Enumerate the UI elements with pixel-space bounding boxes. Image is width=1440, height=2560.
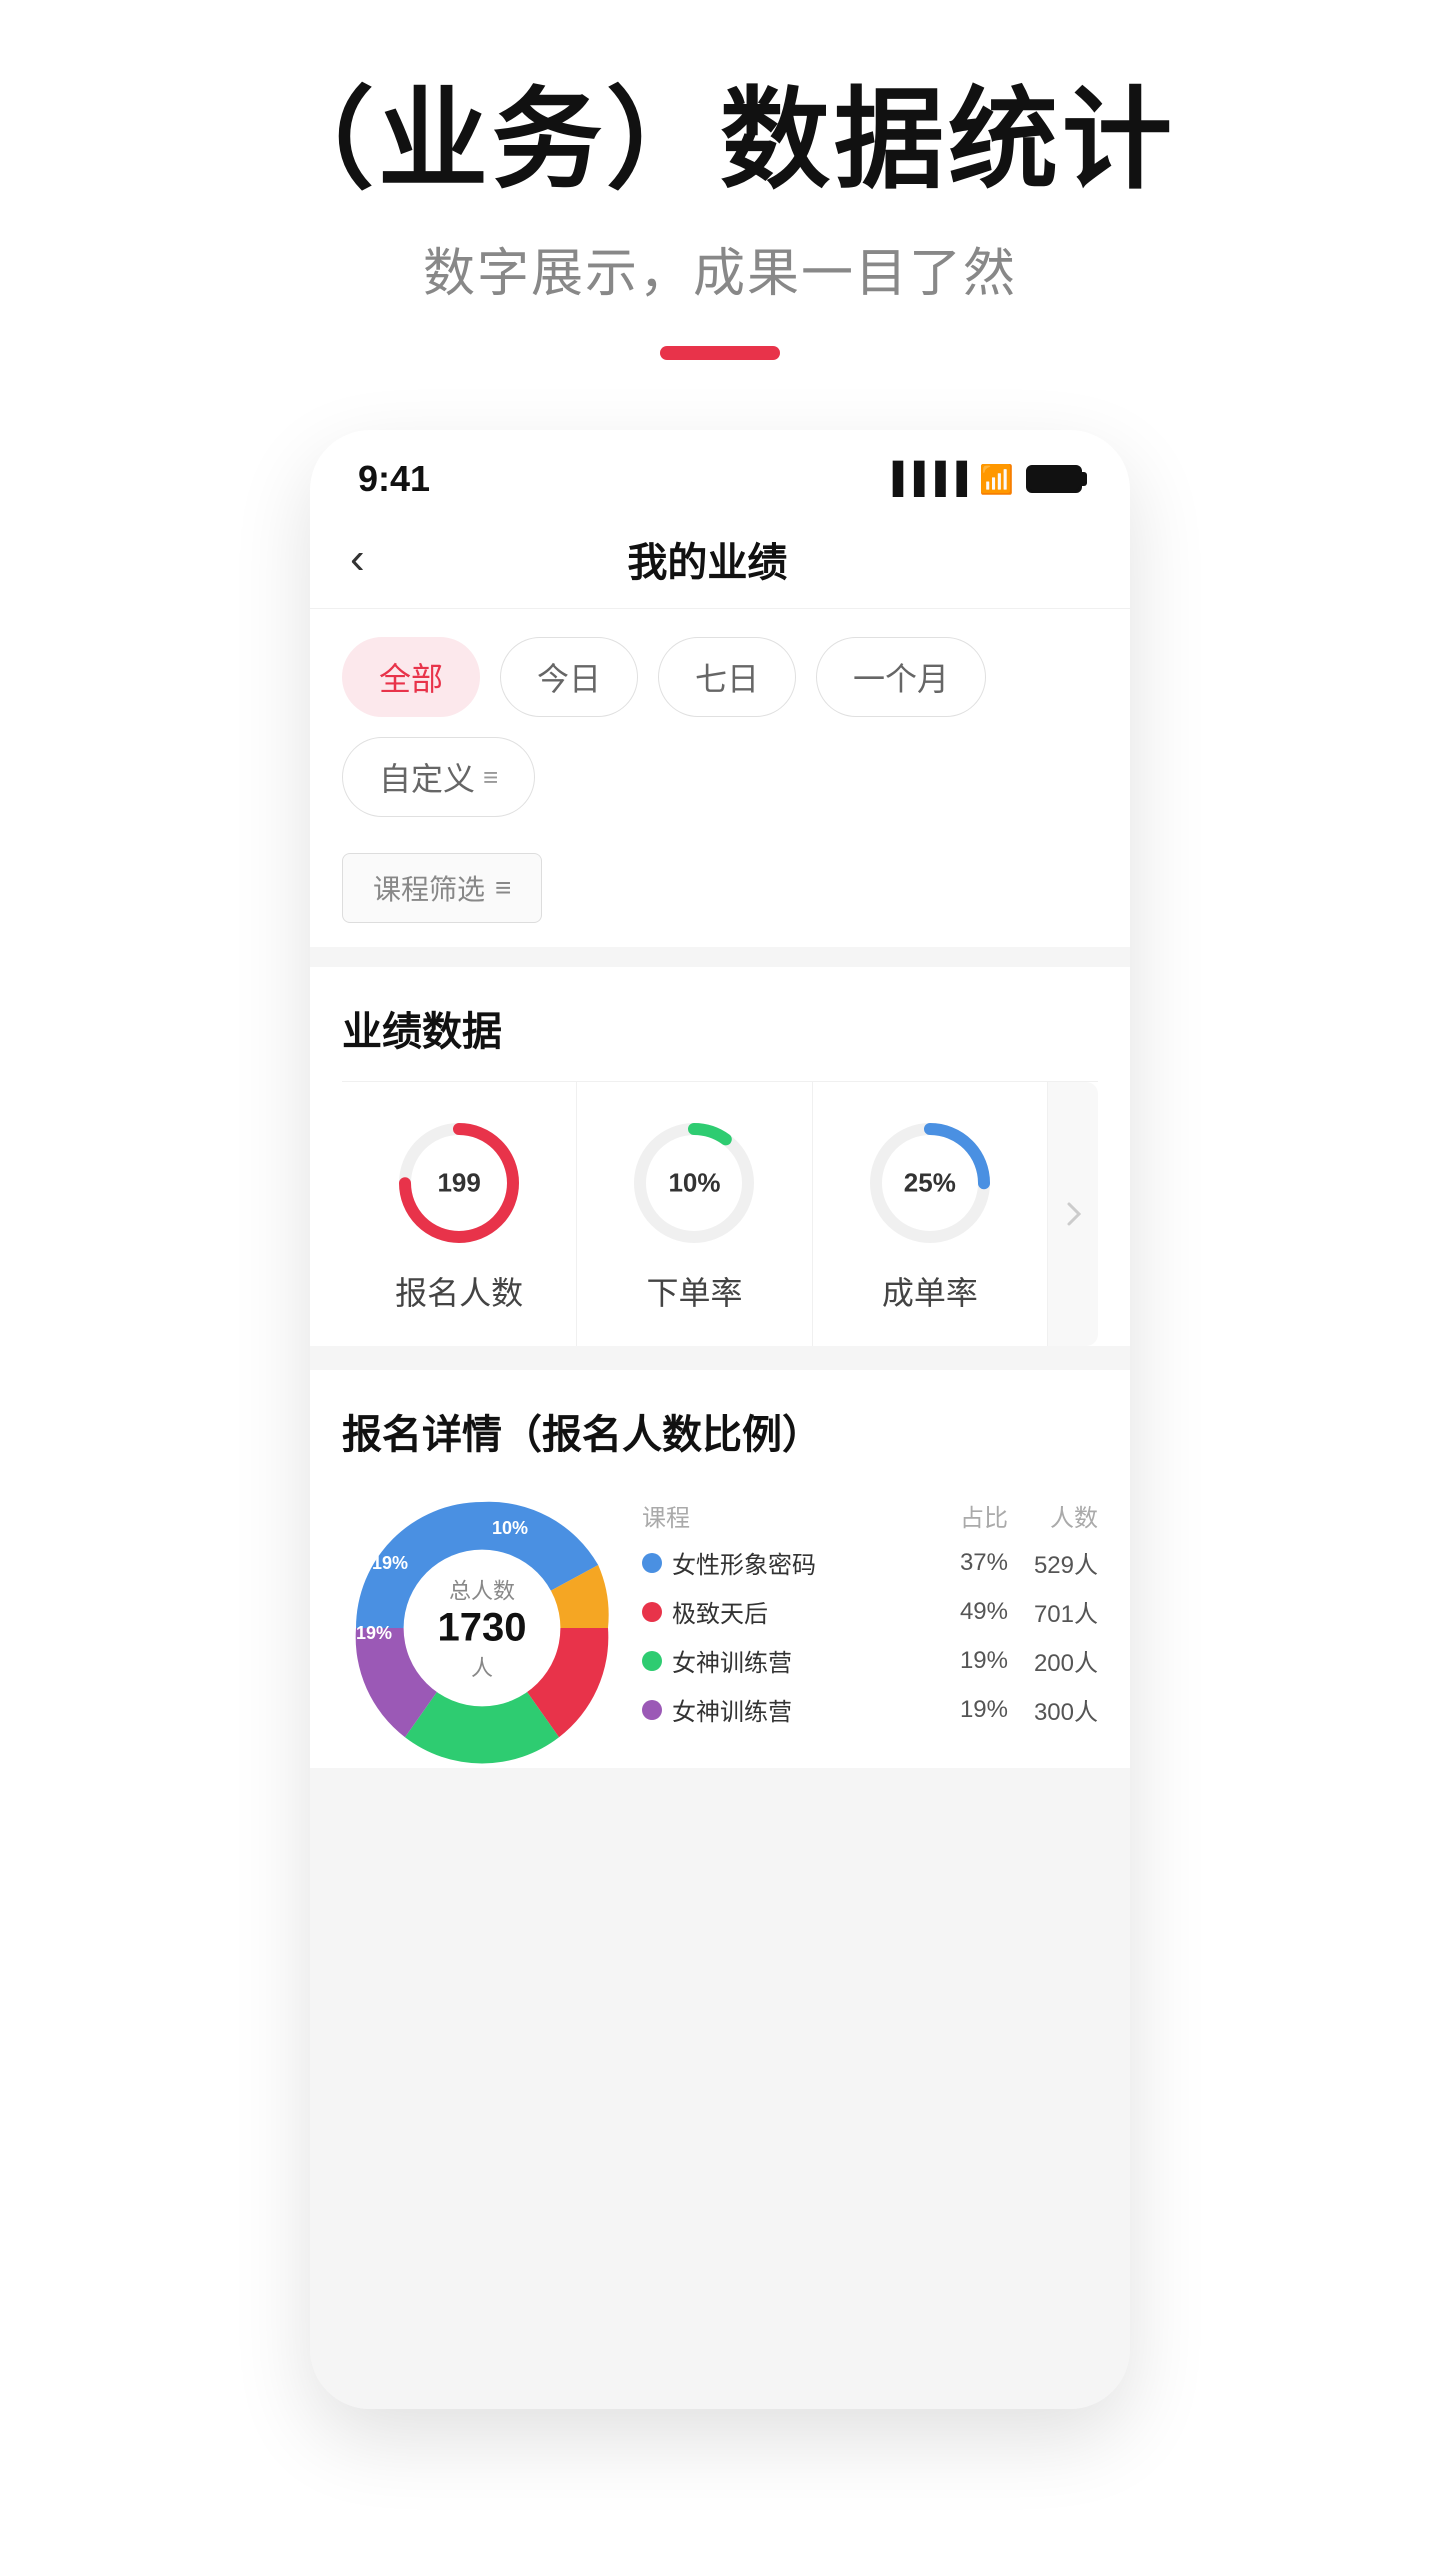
metric-card-close-rate: 25% 成单率 xyxy=(813,1082,1048,1346)
back-button[interactable]: ‹ xyxy=(350,534,365,584)
legend-count-more: 300人 xyxy=(1018,1692,1098,1727)
pie-label-10a: 10% xyxy=(492,1518,528,1539)
performance-section: 业绩数据 199 报名人数 xyxy=(310,967,1130,1346)
course-filter-button[interactable]: 课程筛选 ≡ xyxy=(342,853,542,923)
legend-dot-more xyxy=(642,1700,662,1720)
legend-pct-1: 49% xyxy=(938,1598,1008,1626)
metric-cards: 199 报名人数 10% 下单率 xyxy=(342,1081,1098,1346)
legend-name-1: 极致天后 xyxy=(672,1594,928,1629)
metric-value-order-rate: 10% xyxy=(668,1168,720,1199)
wifi-icon: 📶 xyxy=(979,463,1014,496)
nav-bar: ‹ 我的业绩 xyxy=(310,510,1130,609)
status-icons: ▐▐▐▐ 📶 xyxy=(882,462,1082,496)
pie-label-19a: 19% xyxy=(372,1553,408,1574)
pie-area: 总人数 1730 人 10% 19% 19% 课程 占比 人数 xyxy=(342,1488,1098,1768)
legend-col-pct: 占比 xyxy=(938,1498,1008,1533)
metric-card-order-rate: 10% 下单率 xyxy=(577,1082,812,1346)
header-section: （业务）数据统计 数字展示，成果一目了然 xyxy=(0,0,1440,400)
red-bar-decoration xyxy=(660,346,780,360)
donut-close-rate: 25% xyxy=(865,1118,995,1248)
metric-label-registrations: 报名人数 xyxy=(395,1268,523,1314)
detail-section: 报名详情（报名人数比例） xyxy=(310,1370,1130,1768)
legend-area: 课程 占比 人数 女性形象密码 37% 529人 极致天后 49% xyxy=(622,1488,1098,1741)
pie-center-info: 总人数 1730 人 xyxy=(438,1574,527,1683)
legend-dot-2 xyxy=(642,1651,662,1671)
pie-total-label: 总人数 xyxy=(449,1579,515,1604)
filter-tab-7days[interactable]: 七日 xyxy=(658,637,796,717)
content-area: 全部 今日 七日 一个月 自定义 ≡ 课程筛选 ≡ xyxy=(310,609,1130,2409)
metric-value-registrations: 199 xyxy=(437,1168,480,1199)
legend-count-2: 200人 xyxy=(1018,1643,1098,1678)
filter-tabs: 全部 今日 七日 一个月 自定义 ≡ xyxy=(310,609,1130,837)
legend-count-0: 529人 xyxy=(1018,1545,1098,1580)
legend-pct-more: 19% xyxy=(938,1696,1008,1724)
signal-icon: ▐▐▐▐ xyxy=(882,462,967,496)
section-gap-2 xyxy=(310,1346,1130,1370)
main-title: （业务）数据统计 xyxy=(40,80,1400,201)
metric-value-close-rate: 25% xyxy=(904,1168,956,1199)
metric-label-order-rate: 下单率 xyxy=(646,1268,742,1314)
filter-icon: ≡ xyxy=(483,762,498,793)
metric-label-close-rate: 成单率 xyxy=(882,1268,978,1314)
nav-title: 我的业绩 xyxy=(365,530,1050,588)
phone-mockup: 9:41 ▐▐▐▐ 📶 ‹ 我的业绩 全部 今日 七日 一个月 xyxy=(310,430,1130,2409)
legend-count-1: 701人 xyxy=(1018,1594,1098,1629)
donut-order-rate: 10% xyxy=(629,1118,759,1248)
status-time: 9:41 xyxy=(358,458,430,500)
legend-item-more: 女神训练营 19% 300人 xyxy=(642,1692,1098,1727)
course-filter-row: 课程筛选 ≡ xyxy=(310,837,1130,947)
section-gap-1 xyxy=(310,947,1130,967)
filter-tab-custom[interactable]: 自定义 ≡ xyxy=(342,737,535,817)
legend-name-more: 女神训练营 xyxy=(672,1692,928,1727)
legend-item-0: 女性形象密码 37% 529人 xyxy=(642,1545,1098,1580)
filter-list-icon: ≡ xyxy=(495,872,511,904)
pie-label-19b: 19% xyxy=(356,1623,392,1644)
metric-card-registrations: 199 报名人数 xyxy=(342,1082,577,1346)
legend-col-course: 课程 xyxy=(642,1498,928,1533)
legend-pct-2: 19% xyxy=(938,1647,1008,1675)
performance-title: 业绩数据 xyxy=(342,999,1098,1057)
legend-dot-0 xyxy=(642,1553,662,1573)
sub-title: 数字展示，成果一目了然 xyxy=(40,231,1400,306)
extra-card-hint xyxy=(1048,1082,1098,1346)
legend-name-2: 女神训练营 xyxy=(672,1643,928,1678)
donut-registrations: 199 xyxy=(394,1118,524,1248)
legend-item-1: 极致天后 49% 701人 xyxy=(642,1594,1098,1629)
detail-title: 报名详情（报名人数比例） xyxy=(342,1402,1098,1460)
legend-pct-0: 37% xyxy=(938,1549,1008,1577)
legend-header: 课程 占比 人数 xyxy=(642,1498,1098,1533)
status-bar: 9:41 ▐▐▐▐ 📶 xyxy=(310,430,1130,510)
battery-icon xyxy=(1026,465,1082,493)
pie-total-value: 1730 xyxy=(438,1606,527,1651)
pie-total-unit: 人 xyxy=(471,1656,493,1681)
filter-tab-today[interactable]: 今日 xyxy=(500,637,638,717)
legend-dot-1 xyxy=(642,1602,662,1622)
legend-name-0: 女性形象密码 xyxy=(672,1545,928,1580)
pie-chart: 总人数 1730 人 10% 19% 19% xyxy=(342,1488,622,1768)
filter-tab-all[interactable]: 全部 xyxy=(342,637,480,717)
filter-tab-1month[interactable]: 一个月 xyxy=(816,637,986,717)
legend-col-count: 人数 xyxy=(1018,1498,1098,1533)
legend-item-2: 女神训练营 19% 200人 xyxy=(642,1643,1098,1678)
